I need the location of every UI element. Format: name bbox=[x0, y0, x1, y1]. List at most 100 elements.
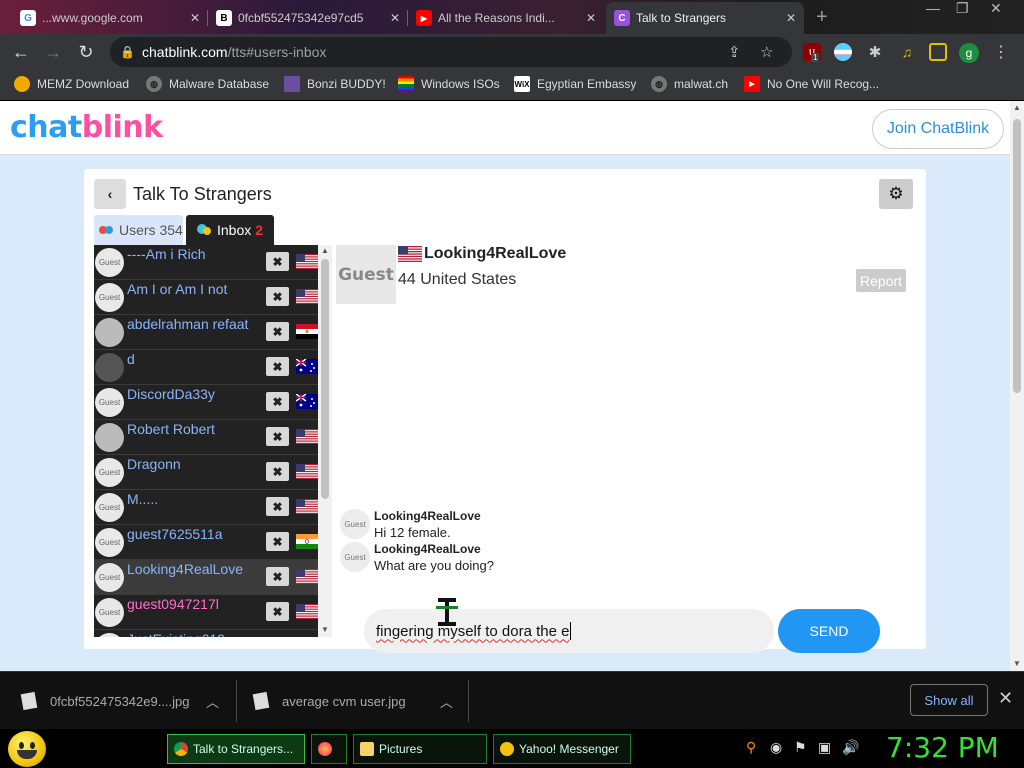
star-icon[interactable]: ☆ bbox=[760, 43, 773, 61]
tab-users[interactable]: Users 354 bbox=[94, 215, 183, 245]
bookmark-egyptian-embassy[interactable]: WiX Egyptian Embassy bbox=[514, 76, 636, 92]
user-list-item[interactable]: Guest guest0947217l ✖ bbox=[94, 595, 318, 630]
ublock-icon[interactable]: u1 bbox=[803, 43, 821, 62]
profile-avatar[interactable]: g bbox=[959, 43, 979, 63]
taskbar-button-yahoo-messenger[interactable]: Yahoo! Messenger bbox=[493, 734, 631, 764]
send-button[interactable]: SEND bbox=[778, 609, 880, 653]
scroll-down-icon[interactable]: ▼ bbox=[321, 625, 329, 634]
bookmark-malware-database[interactable]: ◍ Malware Database bbox=[146, 76, 269, 92]
report-button[interactable]: Report bbox=[856, 269, 906, 292]
user-avatar[interactable]: Guest bbox=[95, 248, 124, 277]
chatblink-logo[interactable]: chatblink bbox=[10, 110, 163, 145]
close-window-button[interactable]: ✕ bbox=[990, 0, 1002, 17]
browser-tab-google[interactable]: G ...www.google.com ✕ bbox=[12, 2, 208, 34]
user-name[interactable]: d bbox=[127, 351, 135, 367]
user-list-item[interactable]: d ✖ bbox=[94, 350, 318, 385]
forward-arrow-icon[interactable]: → bbox=[42, 42, 64, 63]
volume-icon[interactable]: 🔊 bbox=[842, 739, 859, 756]
restore-button[interactable]: ❐ bbox=[956, 0, 969, 17]
user-avatar[interactable]: Guest bbox=[95, 458, 124, 487]
taskbar-button-firefox[interactable] bbox=[311, 734, 347, 764]
join-chatblink-button[interactable]: Join ChatBlink bbox=[872, 109, 1004, 149]
user-list-item[interactable]: Guest DiscordDa33y ✖ bbox=[94, 385, 318, 420]
remove-user-button[interactable]: ✖ bbox=[266, 392, 289, 411]
user-avatar[interactable] bbox=[95, 423, 124, 452]
user-list-scrollbar[interactable]: ▲ ▼ bbox=[318, 245, 332, 637]
menu-dots-icon[interactable]: ⋮ bbox=[992, 43, 1010, 61]
user-name[interactable]: guest7625511a bbox=[127, 526, 223, 542]
browser-tab-active[interactable]: C Talk to Strangers ✕ bbox=[606, 2, 804, 34]
chat-partner-avatar[interactable]: Guest bbox=[336, 245, 396, 304]
scroll-up-icon[interactable]: ▲ bbox=[1013, 103, 1021, 112]
remove-user-button[interactable]: ✖ bbox=[266, 567, 289, 586]
remove-user-button[interactable]: ✖ bbox=[266, 462, 289, 481]
close-icon[interactable]: ✕ bbox=[586, 11, 596, 25]
remove-user-button[interactable]: ✖ bbox=[266, 427, 289, 446]
user-name[interactable]: abdelrahman refaat bbox=[127, 316, 248, 332]
message-avatar[interactable]: Guest bbox=[340, 509, 370, 539]
close-icon[interactable]: ✕ bbox=[998, 688, 1013, 709]
user-list-item[interactable]: Guest ----Am i Rich ✖ bbox=[94, 245, 318, 280]
user-name[interactable]: JustExisting019 bbox=[127, 631, 225, 637]
remove-user-button[interactable]: ✖ bbox=[266, 497, 289, 516]
bookmark-malwatch[interactable]: ◍ malwat.ch bbox=[651, 76, 728, 92]
user-name[interactable]: guest0947217l bbox=[127, 596, 219, 612]
tab-inbox[interactable]: Inbox 2 bbox=[186, 215, 274, 245]
user-avatar[interactable]: Guest bbox=[95, 528, 124, 557]
message-avatar[interactable]: Guest bbox=[340, 542, 370, 572]
new-tab-button[interactable]: + bbox=[816, 6, 828, 29]
bookmark-bonzi-buddy[interactable]: Bonzi BUDDY! bbox=[284, 76, 386, 92]
start-button-smiley-icon[interactable] bbox=[8, 731, 46, 767]
user-avatar[interactable]: Guest bbox=[95, 388, 124, 417]
user-list-item[interactable]: Guest Looking4RealLove ✖ bbox=[94, 560, 318, 595]
download-item[interactable]: 0fcbf552475342e9....jpg bbox=[20, 672, 190, 730]
scroll-down-icon[interactable]: ▼ bbox=[1013, 659, 1021, 668]
user-name[interactable]: Am I or Am I not bbox=[127, 281, 227, 297]
user-list-scroll-thumb[interactable] bbox=[321, 259, 329, 499]
user-list-item[interactable]: abdelrahman refaat ✖ bbox=[94, 315, 318, 350]
message-input[interactable]: fingering myself to dora the e bbox=[364, 609, 774, 653]
user-name[interactable]: Robert Robert bbox=[127, 421, 215, 437]
user-list-item[interactable]: Guest Am I or Am I not ✖ bbox=[94, 280, 318, 315]
message-sender[interactable]: Looking4RealLove bbox=[374, 542, 481, 556]
remove-user-button[interactable]: ✖ bbox=[266, 287, 289, 306]
settings-button[interactable]: ⚙ bbox=[879, 179, 913, 209]
message-sender[interactable]: Looking4RealLove bbox=[374, 509, 481, 523]
remove-user-button[interactable]: ✖ bbox=[266, 532, 289, 551]
close-icon[interactable]: ✕ bbox=[390, 11, 400, 25]
minimize-button[interactable]: — bbox=[926, 0, 940, 16]
remove-user-button[interactable]: ✖ bbox=[266, 252, 289, 271]
user-list-item[interactable]: Robert Robert ✖ bbox=[94, 420, 318, 455]
remove-user-button[interactable]: ✖ bbox=[266, 322, 289, 341]
download-item[interactable]: average cvm user.jpg bbox=[252, 672, 406, 730]
bookmark-memz[interactable]: MEMZ Download bbox=[14, 76, 129, 92]
status-icon[interactable]: ◉ bbox=[770, 739, 782, 756]
chevron-up-icon[interactable]: ︿ bbox=[440, 692, 453, 711]
user-avatar[interactable]: Guest bbox=[95, 598, 124, 627]
clock[interactable]: 7:32 PM bbox=[886, 731, 999, 764]
user-name[interactable]: ----Am i Rich bbox=[127, 246, 206, 262]
back-arrow-icon[interactable]: ← bbox=[10, 42, 32, 63]
address-bar[interactable]: 🔒 chatblink.com/tts#users-inbox ⇪ ☆ bbox=[110, 37, 792, 67]
user-avatar[interactable] bbox=[95, 353, 124, 382]
user-name[interactable]: Looking4RealLove bbox=[127, 561, 243, 577]
user-name[interactable]: DiscordDa33y bbox=[127, 386, 215, 402]
bookmark-windows-isos[interactable]: Windows ISOs bbox=[398, 76, 500, 92]
user-avatar[interactable]: Guest bbox=[95, 283, 124, 312]
user-name[interactable]: M..... bbox=[127, 491, 158, 507]
user-list-item[interactable]: Guest M..... ✖ bbox=[94, 490, 318, 525]
remove-user-button[interactable]: ✖ bbox=[266, 357, 289, 376]
playlist-icon[interactable]: ♫ bbox=[898, 43, 916, 61]
taskbar-button-chrome[interactable]: Talk to Strangers... bbox=[167, 734, 305, 764]
user-list-item[interactable]: Guest Dragonn ✖ bbox=[94, 455, 318, 490]
close-icon[interactable]: ✕ bbox=[190, 11, 200, 25]
bookmark-youtube-video[interactable]: ▶ No One Will Recog... bbox=[744, 76, 879, 92]
page-scroll-thumb[interactable] bbox=[1013, 119, 1021, 393]
remove-user-button[interactable]: ✖ bbox=[266, 602, 289, 621]
page-scrollbar[interactable]: ▲ ▼ bbox=[1010, 101, 1024, 671]
network-icon[interactable]: ▣ bbox=[818, 739, 831, 756]
user-avatar[interactable]: Guest bbox=[95, 563, 124, 592]
user-avatar[interactable]: Guest bbox=[95, 493, 124, 522]
user-list-item[interactable]: Guest guest7625511a ✖ bbox=[94, 525, 318, 560]
user-name[interactable]: Dragonn bbox=[127, 456, 181, 472]
